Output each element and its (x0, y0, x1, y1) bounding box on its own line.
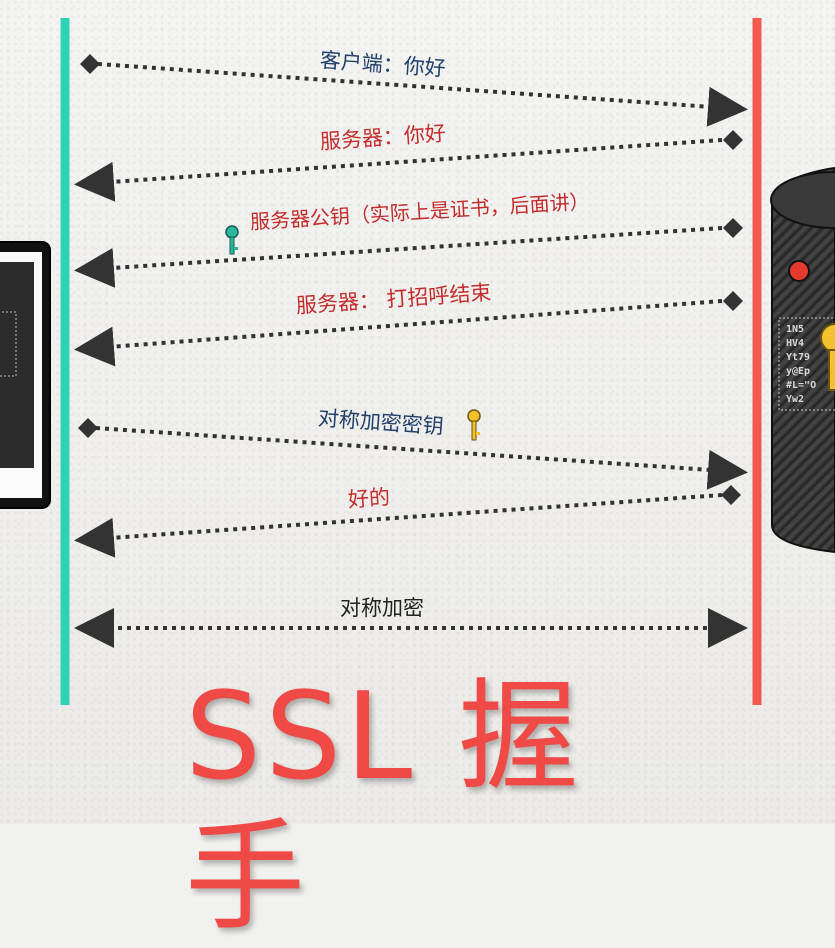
diamond-marker (78, 418, 98, 438)
server-screen-line: 1N5 (786, 324, 805, 335)
key-icon (467, 409, 481, 441)
arrow-server-public-key (74, 226, 723, 288)
server-screen-line: y@Ep (786, 366, 811, 377)
arrow-ok (74, 493, 723, 558)
server-screen-line: #L="O (786, 380, 817, 391)
server-screen-line: Yt79 (786, 352, 811, 363)
page-title: SSL 握手 (185, 668, 583, 947)
server-screen-line: HV4 (786, 338, 805, 349)
diamond-marker (723, 130, 743, 150)
key-icon (225, 225, 239, 255)
server-screen-line: Yw2 (786, 394, 805, 405)
diamond-marker (721, 485, 741, 505)
diamond-marker (723, 218, 743, 238)
diamond-marker (80, 54, 100, 74)
message-label: 好的 (347, 485, 391, 512)
client-device-icon (0, 241, 51, 509)
diamond-marker (723, 291, 743, 311)
message-label: 对称加密 (340, 596, 424, 620)
